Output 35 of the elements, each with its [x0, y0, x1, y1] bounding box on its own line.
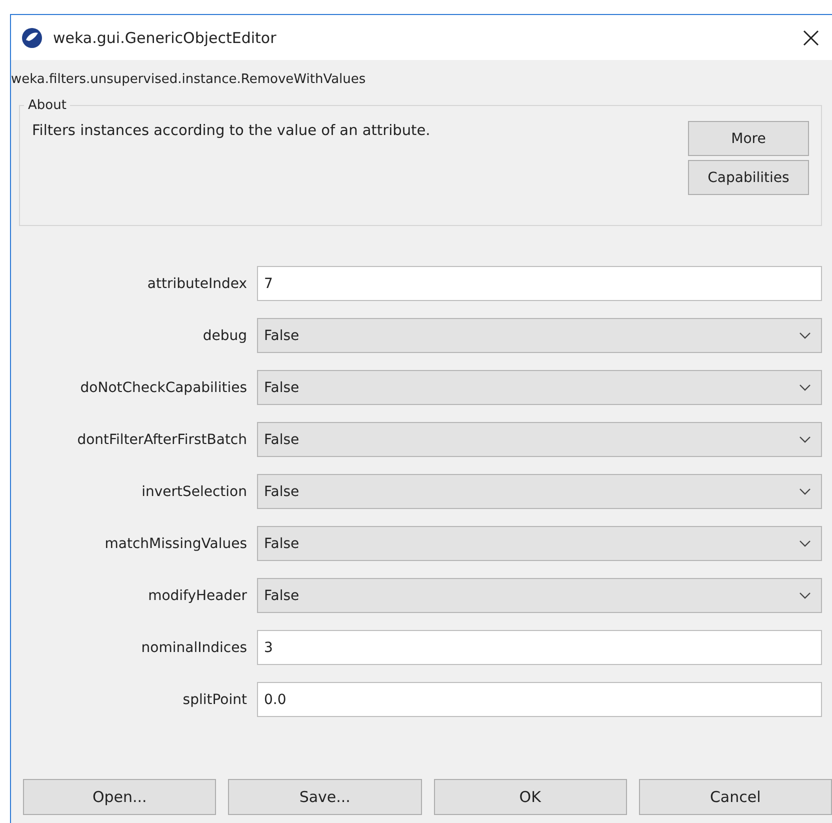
text-field[interactable]: 7 — [257, 266, 822, 301]
property-label: matchMissingValues — [104, 536, 247, 552]
dialog-button[interactable]: OK — [434, 779, 627, 815]
group-title: About — [27, 98, 68, 113]
about-button[interactable]: More — [688, 121, 809, 156]
dropdown[interactable]: False — [257, 422, 822, 457]
dropdown[interactable]: False — [257, 526, 822, 561]
text-field[interactable]: 3 — [257, 630, 822, 665]
dialog-button[interactable]: Cancel — [638, 779, 832, 815]
chevron-down-icon — [799, 332, 811, 340]
property-label: nominalIndices — [140, 640, 247, 656]
dropdown[interactable]: False — [257, 578, 822, 613]
property-label: dontFilterAfterFirstBatch — [76, 432, 247, 448]
description-text: Filters instances according to the value of an attribute. — [32, 123, 430, 139]
about-button[interactable]: Capabilities — [688, 160, 809, 195]
property-label: attributeIndex — [146, 276, 247, 292]
property-label: doNotCheckCapabilities — [79, 380, 247, 396]
dropdown[interactable]: False — [257, 318, 822, 353]
class-name-label: weka.filters.unsupervised.instance.RemoveWithValues — [11, 71, 367, 88]
window-title: weka.gui.GenericObjectEditor — [53, 28, 278, 46]
text-field[interactable]: 0.0 — [257, 682, 822, 717]
dialog-button[interactable]: Save... — [228, 779, 422, 815]
property-label: invertSelection — [140, 484, 247, 500]
chevron-down-icon — [799, 592, 811, 600]
property-label: debug — [202, 328, 247, 344]
chevron-down-icon — [799, 488, 811, 496]
chevron-down-icon — [799, 540, 811, 548]
property-label: splitPoint — [182, 692, 247, 708]
property-label: modifyHeader — [147, 588, 247, 604]
dropdown[interactable]: False — [257, 474, 822, 509]
chevron-down-icon — [799, 384, 811, 392]
chevron-down-icon — [799, 436, 811, 444]
close-icon[interactable] — [802, 28, 820, 46]
dialog-button[interactable]: Open... — [23, 779, 216, 815]
dropdown[interactable]: False — [257, 370, 822, 405]
